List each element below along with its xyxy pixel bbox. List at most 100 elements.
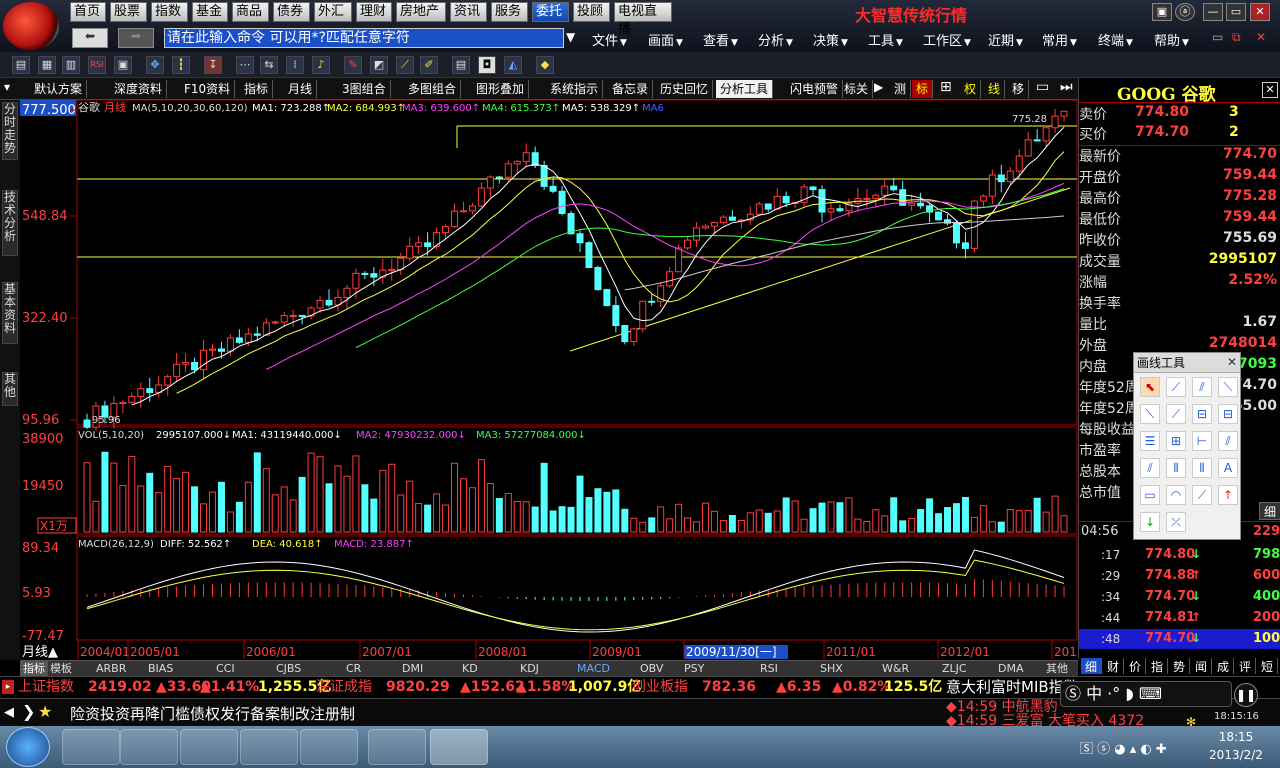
nav-button-7[interactable]: 理财 — [356, 2, 392, 22]
menu-item-2[interactable]: 查看 ▼ — [703, 30, 738, 49]
grid-icon[interactable]: ▥ — [62, 56, 80, 74]
left-tab-2[interactable]: 基本资料 — [2, 282, 18, 344]
indicator-tab-7[interactable]: DMI — [402, 661, 423, 677]
bars-icon[interactable]: ⦀ — [1166, 458, 1186, 478]
nav-button-13[interactable]: 电视直播 — [614, 2, 672, 37]
quote-bottom-tab-4[interactable]: 势 — [1169, 658, 1190, 674]
text-icon[interactable]: A — [1218, 458, 1238, 478]
tray-icons[interactable]: 🅂 ⓢ ◕ ▴ ◐ ✚ — [1080, 738, 1167, 757]
ticker-name[interactable]: 深证成指 — [316, 677, 372, 697]
quote-bottom-tab-3[interactable]: 指 — [1147, 658, 1168, 674]
channel-icon[interactable]: ⟋ — [1166, 404, 1186, 424]
scissors-icon[interactable]: ⤫ — [1166, 512, 1186, 532]
indicator-tab-6[interactable]: CR — [346, 661, 361, 677]
quote-bottom-tab-0[interactable]: 细 — [1081, 658, 1102, 674]
indicator-tab-4[interactable]: CCI — [216, 661, 235, 677]
compare-icon[interactable]: ⇆ — [260, 56, 278, 74]
quote-bottom-tab-5[interactable]: 闻 — [1191, 658, 1212, 674]
fibonacci-icon[interactable]: ⊟ — [1192, 404, 1212, 424]
indicator-tab-8[interactable]: KD — [462, 661, 478, 677]
segment-icon[interactable]: ⟍ — [1140, 404, 1160, 424]
left-tab-3[interactable]: 其他 — [2, 372, 18, 406]
nav-button-9[interactable]: 资讯 — [450, 2, 487, 22]
pause-icon[interactable]: ❚❚ — [1234, 683, 1258, 707]
forward-arrow-icon[interactable]: ➡ — [118, 28, 154, 48]
indicator-tab-15[interactable]: W&R — [882, 661, 909, 677]
edit-icon[interactable]: ✎ — [344, 56, 362, 74]
pin-icon[interactable]: ↧ — [204, 56, 222, 74]
picture-icon[interactable]: ▦ — [38, 56, 56, 74]
indicator-tab-3[interactable]: BIAS — [148, 661, 173, 677]
clock-date[interactable]: 2013/2/2 — [1196, 748, 1276, 762]
nav-button-5[interactable]: 债券 — [273, 2, 310, 22]
chevron-down-icon[interactable]: ▼ — [566, 30, 575, 44]
speed-icon[interactable]: ⫽ — [1140, 458, 1160, 478]
nav-button-1[interactable]: 股票 — [110, 2, 147, 22]
diamond-icon[interactable]: ◆ — [536, 56, 554, 74]
news-headline[interactable]: 险资投资再降门槛债权发行备案制改注册制 — [70, 703, 355, 724]
quote-bottom-tab-8[interactable]: 短 — [1257, 658, 1278, 674]
tab-2[interactable]: F10资料 — [180, 80, 236, 98]
tab-1[interactable]: 深度资料 — [110, 80, 168, 98]
tab-7[interactable]: 图形叠加 — [472, 80, 530, 98]
indicator-tab-0[interactable]: 指标 — [20, 661, 48, 677]
mini-restore-icon[interactable]: ▭ — [1212, 30, 1223, 44]
close-button[interactable]: ✕ — [1250, 3, 1270, 21]
nav-button-11[interactable]: 委托 — [532, 2, 569, 22]
ma-icon[interactable]: ⋯ — [236, 56, 254, 74]
left-tab-1[interactable]: 技术分析 — [2, 190, 18, 256]
close-icon[interactable]: ✕ — [1227, 355, 1237, 369]
stats-icon[interactable]: ◭ — [504, 56, 522, 74]
ray-icon[interactable]: ⟍ — [1218, 377, 1238, 397]
back-arrow-icon[interactable]: ⬅ — [72, 28, 108, 48]
gann-icon[interactable]: ☰ — [1140, 431, 1160, 451]
time-icon[interactable]: ⦀ — [1192, 458, 1212, 478]
fine-button[interactable]: 细 — [1259, 502, 1280, 520]
clock-time[interactable]: 18:15 — [1206, 730, 1266, 744]
quote-close-icon[interactable]: ✕ — [1262, 82, 1278, 98]
menu-item-0[interactable]: 文件 ▼ — [592, 30, 627, 49]
tab-16[interactable]: 权 — [960, 80, 982, 98]
tab-12[interactable]: 闪电预警 — [786, 80, 844, 98]
down-arrow-icon[interactable]: ↓ — [1140, 512, 1160, 532]
menu-item-3[interactable]: 分析 ▼ — [758, 30, 793, 49]
tab-8[interactable]: 系统指示 — [546, 80, 604, 98]
taskbar-ie-icon[interactable] — [300, 729, 358, 765]
chart-icon[interactable]: ◩ — [370, 56, 388, 74]
taskbar-app-icon[interactable] — [368, 729, 426, 765]
command-input[interactable]: 请在此输入命令 可以用*?匹配任意字符 — [164, 28, 564, 48]
abacus-icon[interactable]: ⁞ — [286, 56, 304, 74]
quote-bottom-tab-7[interactable]: 评 — [1235, 658, 1256, 674]
play-icon[interactable]: ▶ — [874, 80, 883, 94]
menu-item-6[interactable]: 工作区 ▼ — [923, 30, 971, 49]
up-arrow-icon[interactable]: ↑ — [1218, 485, 1238, 505]
lock-icon[interactable]: ◘ — [478, 56, 496, 74]
draw-tools-palette[interactable]: 画线工具 ✕ ⬉ ⟋ ⫽ ⟍ ⟍ ⟋ ⊟ ⊟ ☰ ⊞ ⊢ ⫽ ⫽ ⦀ ⦀ A ▭ ◠ ⟋ ↑ ↓ ⤫ — [1133, 352, 1241, 540]
help-icon[interactable]: ⓐ — [1175, 3, 1195, 21]
ticker-name[interactable]: 创业板指 — [632, 677, 688, 697]
indicator-tab-17[interactable]: DMA — [998, 661, 1024, 677]
start-button[interactable] — [6, 727, 50, 767]
stock-chart[interactable]: 777.500 548.84 322.40 95.96 谷歌 月线 MA(5,10,20,3… — [20, 100, 1078, 660]
ticker-menu-icon[interactable]: ▸ — [2, 680, 14, 694]
restore-button[interactable]: ▭ — [1226, 3, 1246, 21]
nav-button-8[interactable]: 房地产 — [396, 2, 446, 22]
indicator-tab-5[interactable]: CJBS — [276, 661, 301, 677]
nav-button-4[interactable]: 商品 — [232, 2, 269, 22]
indicator-tab-11[interactable]: OBV — [640, 661, 663, 677]
candle-icon[interactable]: ┇ — [172, 56, 190, 74]
taskbar-dzh-icon[interactable] — [430, 729, 488, 765]
menu-item-8[interactable]: 常用 ▼ — [1042, 30, 1077, 49]
menu-item-1[interactable]: 画面 ▼ — [648, 30, 683, 49]
indicator-tab-16[interactable]: ZLJC — [942, 661, 967, 677]
ime-toolbar[interactable]: Ⓢ 中 ·° ◗ ⌨ — [1060, 681, 1232, 707]
indicator-tab-12[interactable]: PSY — [684, 661, 704, 677]
menu-item-9[interactable]: 终端 ▼ — [1098, 30, 1133, 49]
nav-button-6[interactable]: 外汇 — [314, 2, 352, 22]
pencil-icon[interactable]: ✐ — [420, 56, 438, 74]
pointer-icon[interactable]: ⬉ — [1140, 377, 1160, 397]
doc-icon[interactable]: ▤ — [452, 56, 470, 74]
rectangle-icon[interactable]: ▭ — [1140, 485, 1160, 505]
tab-5[interactable]: 3图组合 — [338, 80, 391, 98]
nav-button-10[interactable]: 服务 — [491, 2, 528, 22]
